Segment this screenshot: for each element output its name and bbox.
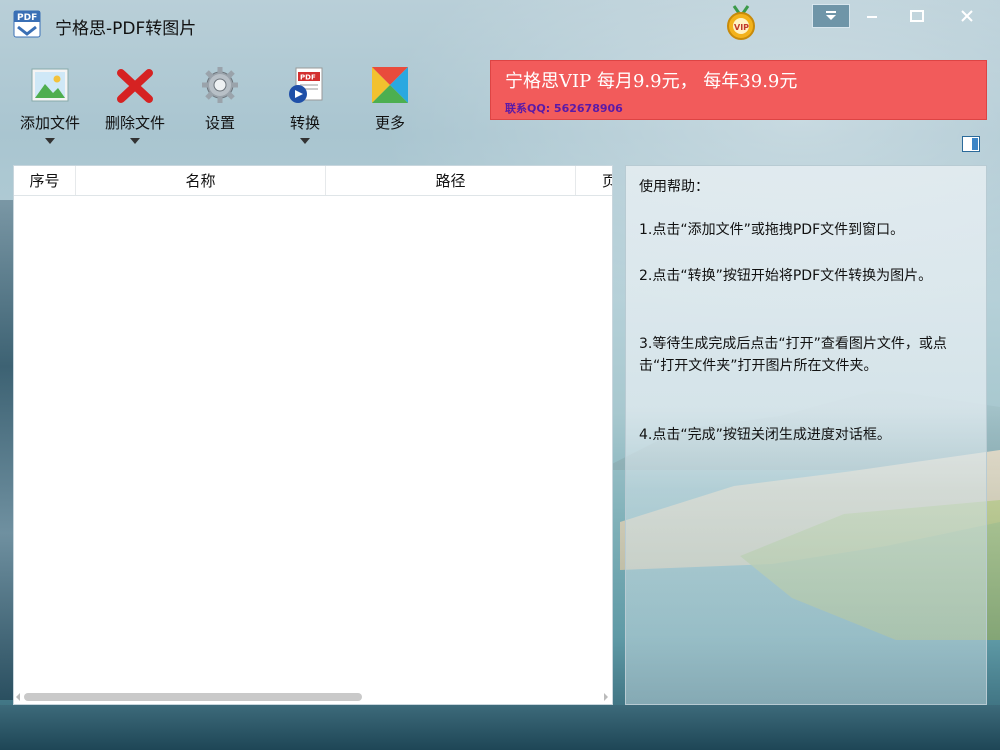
- vip-banner[interactable]: 宁格思VIP 每月9.9元， 每年39.9元 联系QQ: 562678906: [490, 60, 987, 120]
- image-add-icon: [29, 64, 71, 106]
- help-panel: 使用帮助： 1.点击“添加文件”或拖拽PDF文件到窗口。 2.点击“转换”按钮开…: [625, 165, 987, 705]
- chevron-down-icon[interactable]: [45, 138, 55, 144]
- help-step-3: 3.等待生成完成后点击“打开”查看图片文件，或点击“打开文件夹”打开图片所在文件…: [639, 336, 947, 374]
- column-header-name[interactable]: 名称: [76, 166, 326, 195]
- pdf-app-icon: PDF: [13, 10, 41, 38]
- convert-button[interactable]: PDF 转换: [265, 58, 345, 150]
- maximize-button[interactable]: [897, 4, 937, 28]
- chevron-down-icon[interactable]: [130, 138, 140, 144]
- settings-button[interactable]: 设置: [180, 58, 260, 150]
- add-file-label: 添加文件: [19, 114, 80, 132]
- file-list[interactable]: 序号 名称 路径 页: [13, 165, 613, 705]
- svg-text:PDF: PDF: [17, 13, 37, 23]
- add-file-button[interactable]: 添加文件: [10, 58, 90, 150]
- more-label: 更多: [374, 114, 405, 132]
- more-grid-icon: [369, 64, 411, 106]
- menu-dropdown-button[interactable]: [812, 4, 850, 28]
- vip-medal-icon[interactable]: VIP: [724, 4, 758, 44]
- pdf-convert-icon: PDF: [284, 64, 326, 106]
- help-title: 使用帮助：: [639, 179, 709, 195]
- convert-label: 转换: [289, 114, 320, 132]
- toolbar: 添加文件 删除文件 设置 PDF 转换 更多: [0, 58, 480, 150]
- chevron-down-icon[interactable]: [300, 138, 310, 144]
- scroll-left-icon[interactable]: [16, 693, 20, 701]
- column-header-index[interactable]: 序号: [14, 166, 76, 195]
- column-header-path[interactable]: 路径: [326, 166, 576, 195]
- file-list-header: 序号 名称 路径 页: [14, 166, 612, 196]
- window-title: 宁格思-PDF转图片: [55, 19, 197, 39]
- toggle-panel-icon[interactable]: [962, 136, 980, 152]
- delete-file-button[interactable]: 删除文件: [95, 58, 175, 150]
- svg-text:PDF: PDF: [300, 74, 316, 82]
- contact-qq-text: 联系QQ: 562678906: [505, 102, 623, 115]
- help-step-4: 4.点击“完成”按钮关闭生成进度对话框。: [639, 427, 891, 443]
- background-rock: [0, 200, 14, 700]
- help-step-1: 1.点击“添加文件”或拖拽PDF文件到窗口。: [639, 222, 905, 238]
- scroll-right-icon[interactable]: [604, 693, 608, 701]
- svg-text:VIP: VIP: [734, 23, 749, 32]
- horizontal-scrollbar[interactable]: [14, 690, 612, 704]
- vip-price-text: 宁格思VIP 每月9.9元， 每年39.9元: [505, 71, 798, 92]
- more-button[interactable]: 更多: [350, 58, 430, 150]
- title-bar: PDF 宁格思-PDF转图片 VIP: [0, 0, 1000, 50]
- minimize-button[interactable]: [852, 4, 892, 28]
- close-button[interactable]: [944, 4, 990, 28]
- settings-label: 设置: [204, 114, 235, 132]
- background-water: [0, 705, 1000, 750]
- gear-icon: [199, 64, 241, 106]
- delete-file-label: 删除文件: [104, 114, 165, 132]
- delete-x-icon: [114, 64, 156, 106]
- scrollbar-thumb[interactable]: [24, 693, 362, 701]
- help-step-2: 2.点击“转换”按钮开始将PDF文件转换为图片。: [639, 268, 933, 284]
- column-header-pages[interactable]: 页: [576, 166, 612, 195]
